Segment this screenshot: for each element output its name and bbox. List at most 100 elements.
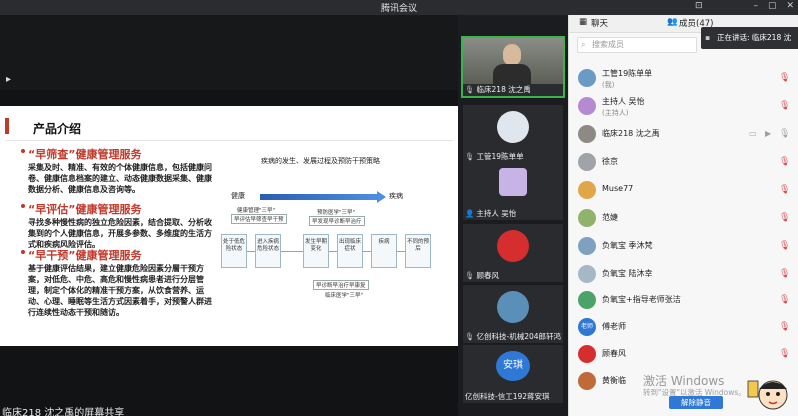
diagram-title: 疾病的发生、发展过程及预防干预策略 — [261, 157, 380, 165]
diagram-stage-4: 出现临床症状 — [337, 234, 363, 268]
diagram-connector — [363, 251, 371, 252]
member-name: 徐京 — [602, 157, 618, 166]
video-tile-guchunfeng[interactable]: 🎙 顾春风 — [463, 224, 563, 282]
member-name: 主持人 吴怡 — [602, 97, 645, 106]
diagram-stage-5: 疾病 — [371, 234, 397, 268]
diagram-start-label: 健康 — [231, 192, 245, 200]
share-top-region — [0, 15, 458, 90]
member-avatar — [578, 345, 596, 363]
diagram-main-arrow — [260, 191, 386, 203]
diagram-tag-health-mgmt: 健康管理"三早" — [237, 208, 276, 214]
section-body-intervene: 基于健康评估结果，建立健康危险因素分層干预方案，对低危、中危、高危和慢性病患者进… — [28, 264, 212, 317]
video-tile-jiangan[interactable]: 安琪 亿创科技-信工192蒋安琪 — [463, 345, 563, 403]
avatar — [497, 291, 529, 323]
minimize-button[interactable]: – — [753, 1, 758, 11]
mic-muted-icon[interactable]: 🎙 — [779, 295, 790, 305]
member-search-input[interactable]: ⌕ 搜索成员 — [577, 37, 697, 53]
section-heading-assess: “早评估”健康管理服务 — [20, 203, 142, 216]
presentation-slide: 产品介绍 “早筛查”健康管理服务 采集及时、精准、有效的个体健康信息，包括健康问… — [0, 106, 458, 346]
cartoon-mascot-icon — [747, 380, 788, 410]
member-row[interactable]: 负氧宝 陆沐幸 🎙 — [569, 263, 798, 285]
search-icon: ⌕ — [581, 40, 586, 49]
member-row[interactable]: 老师 傅老师 🎙 — [569, 316, 798, 338]
sharer-label: 临床218 沈之禹的屏幕共享 — [2, 408, 125, 416]
mic-muted-icon: 🎙 — [465, 332, 475, 341]
member-row[interactable]: 徐京 🎙 — [569, 151, 798, 173]
video-tile-langxuanhong[interactable]: 🎙 亿创科技-机械204郎轩鸿 — [463, 285, 563, 343]
diagram-stage-6: 不同的预后 — [405, 234, 431, 268]
mic-muted-icon[interactable]: 🎙 — [779, 349, 790, 359]
diagram-tag-early-rehab: 早诊断早治疗早康复 — [313, 280, 369, 290]
diagram-tag-prevention: 预防医学"三早" — [317, 210, 356, 216]
diagram-connector — [397, 251, 405, 252]
member-row[interactable]: 负氧宝 季沐梵 🎙 — [569, 235, 798, 257]
diagram-tag-early-screen: 早评估早筛查早干预 — [231, 214, 287, 224]
member-row[interactable]: 工管19陈单单 (我) 🎙 — [569, 67, 798, 89]
video-tile-name: 顾春风 — [476, 271, 500, 280]
diagram-connector — [329, 251, 337, 252]
member-avatar — [578, 209, 596, 227]
member-avatar — [578, 372, 596, 390]
member-role: (主持人) — [602, 109, 629, 117]
disease-process-diagram: 疾病的发生、发展过程及预防干预策略 健康 疾病 健康管理"三早" 早评估早筛查早… — [205, 156, 455, 326]
avatar — [499, 168, 527, 196]
diagram-connector — [247, 251, 255, 252]
mic-muted-icon[interactable]: 🎙 — [779, 101, 790, 111]
member-name: 工管19陈单单 — [602, 69, 653, 78]
window-title: 腾讯会议 — [380, 4, 417, 14]
section-body-assess: 寻找多种慢性病的独立危险因素，结合提取、分析收集到的个人健康信息，开展多参数、多… — [28, 218, 212, 249]
mic-icon: 🎙 — [465, 85, 475, 94]
member-row[interactable]: 顾春风 🎙 — [569, 343, 798, 365]
section-heading-screen: “早筛查”健康管理服务 — [20, 148, 142, 161]
video-tile-name: 亿创科技-机械204郎轩鸿 — [476, 332, 562, 341]
member-avatar — [578, 291, 596, 309]
video-tile-shen[interactable]: 🎙 临床218 沈之禹 — [461, 36, 565, 98]
diagram-stage-2: 进入疾病危险状态 — [255, 234, 281, 268]
member-row[interactable]: 临床218 沈之禹 ▭ ▶ 🎙 — [569, 123, 798, 145]
member-row[interactable]: 范婕 🎙 — [569, 207, 798, 229]
mic-muted-icon[interactable]: 🎙 — [779, 241, 790, 251]
member-row[interactable]: 负氧宝+指导老师张洁 🎙 — [569, 289, 798, 311]
video-tile-host[interactable]: 👤 主持人 吴怡 — [463, 162, 563, 220]
slide-divider — [5, 140, 453, 141]
member-row[interactable]: Muse77 🎙 — [569, 179, 798, 201]
expand-icon[interactable]: ▸ — [6, 74, 11, 85]
speaker-avatar-icon: ▪ — [705, 33, 711, 42]
unmute-all-button[interactable]: 解除静音 — [669, 396, 723, 409]
section-heading-intervene: “早干预”健康管理服务 — [20, 249, 142, 262]
diagram-end-label: 疾病 — [389, 192, 403, 200]
video-thumbnail-column: 🎙 临床218 沈之禹 🎙 工管19陈单单 👤 主持人 吴怡 🎙 顾春风 🎙 亿创科技-机… — [458, 15, 568, 416]
video-tile-chendan[interactable]: 🎙 工管19陈单单 — [463, 105, 563, 163]
diagram-stage-1: 处于低危险状态 — [221, 234, 247, 268]
speaking-indicator: ▪ 正在讲话: 临床218 沈 — [701, 27, 798, 49]
section-body-screen: 采集及时、精准、有效的个体健康信息，包括健康问卷、健康信息档案的建立、动态健康数… — [28, 163, 212, 194]
video-tile-name: 临床218 沈之禹 — [476, 85, 531, 94]
member-name: 顾春风 — [602, 349, 626, 358]
mic-muted-icon[interactable]: 🎙 — [779, 157, 790, 167]
pin-icon[interactable]: ⊡ — [695, 1, 703, 11]
side-panel: ▦ 聊天 👥 成员(47) ▪ 正在讲话: 临床218 沈 ⌕ 搜索成员 工管1… — [568, 15, 798, 416]
members-icon: 👥 — [667, 17, 678, 27]
mic-muted-icon[interactable]: 🎙 — [779, 322, 790, 332]
mic-muted-icon: 🎙 — [465, 152, 475, 161]
mic-muted-icon[interactable]: 🎙 — [779, 73, 790, 83]
maximize-button[interactable]: ▢ — [768, 1, 777, 11]
screen-share-area: ▸ 产品介绍 “早筛查”健康管理服务 采集及时、精准、有效的个体健康信息，包括健… — [0, 15, 458, 416]
member-name: 负氧宝 季沐梵 — [602, 241, 653, 250]
tab-chat[interactable]: 聊天 — [591, 17, 608, 29]
member-name: 临床218 沈之禹 — [602, 129, 660, 138]
member-role: (我) — [602, 81, 615, 89]
title-bar: 腾讯会议 ⊡ – ▢ ✕ — [0, 0, 798, 15]
member-name: Muse77 — [602, 184, 634, 193]
mic-icon[interactable]: 🎙 — [779, 129, 790, 139]
close-button[interactable]: ✕ — [786, 1, 794, 11]
member-name: 负氧宝 陆沐幸 — [602, 269, 653, 278]
mic-muted-icon[interactable]: 🎙 — [779, 185, 790, 195]
diagram-tag-clinical: 临床医学"三早" — [325, 293, 364, 299]
mic-muted-icon[interactable]: 🎙 — [779, 213, 790, 223]
member-avatar-text: 老师 — [578, 318, 596, 336]
mic-muted-icon[interactable]: 🎙 — [779, 269, 790, 279]
member-name: 范婕 — [602, 213, 618, 222]
member-row[interactable]: 主持人 吴怡 (主持人) 🎙 — [569, 95, 798, 117]
member-name: 黄衡临 — [602, 376, 626, 385]
